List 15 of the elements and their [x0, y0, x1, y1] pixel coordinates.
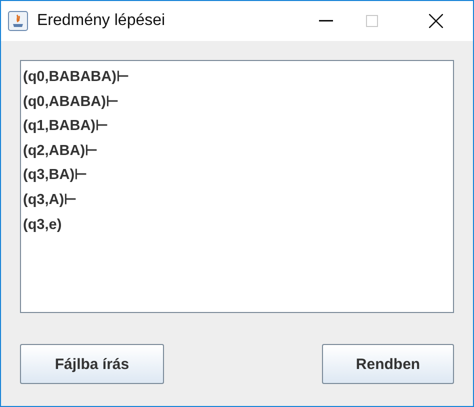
window-title: Eredmény lépései — [37, 12, 166, 30]
close-icon — [429, 14, 443, 28]
step-line: (q0,BABABA)⊢ — [23, 68, 130, 87]
save-file-button[interactable]: Fájlba írás — [20, 344, 164, 384]
step-line: (q0,ABABA)⊢ — [23, 92, 120, 112]
ok-button[interactable]: Rendben — [322, 344, 454, 384]
step-line: (q3,A)⊢ — [23, 190, 78, 210]
app-icon — [8, 11, 28, 31]
minimize-icon — [319, 20, 333, 22]
steps-text-area[interactable]: (q0,BABABA)⊢ (q0,ABABA)⊢ (q1,BABA)⊢ (q2,ABA)⊢ (q3,BA)⊢ (q3,A)⊢ (q3,e) — [20, 60, 454, 313]
step-line: (q3,BA)⊢ — [23, 166, 89, 186]
step-line: (q3,e) — [23, 216, 63, 235]
step-line: (q1,BABA)⊢ — [23, 117, 110, 136]
maximize-icon — [366, 15, 378, 27]
step-line: (q2,ABA)⊢ — [23, 142, 100, 161]
